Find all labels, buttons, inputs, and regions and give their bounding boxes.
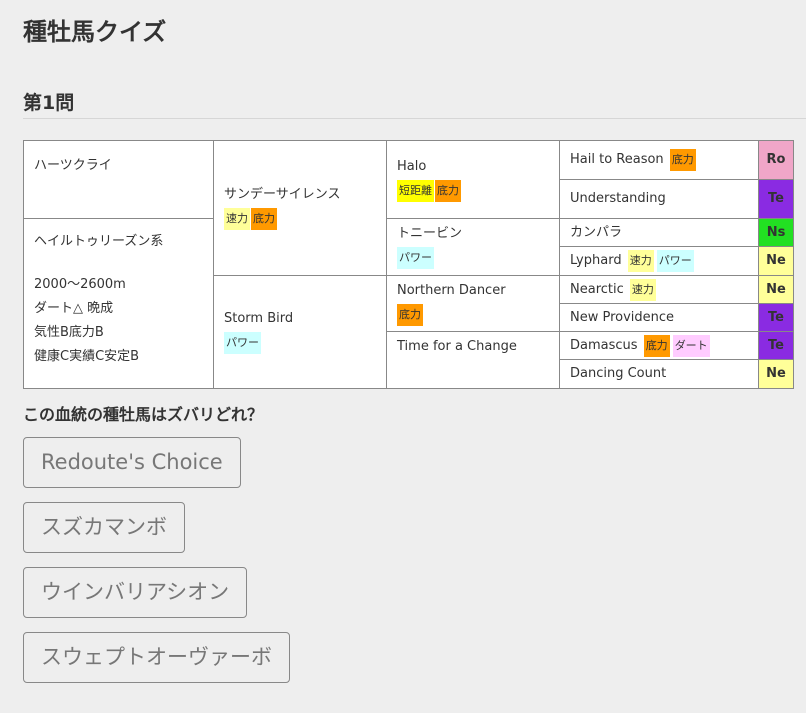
type-badge: Ne bbox=[758, 246, 794, 276]
tag-stamina: 底力 bbox=[643, 334, 670, 357]
tag-power: パワー bbox=[224, 332, 261, 354]
gen4-name: Lyphard bbox=[570, 253, 622, 268]
type-badge: Ne bbox=[758, 359, 794, 389]
tag-stamina: 底力 bbox=[251, 208, 277, 230]
question-heading: 第1問 bbox=[23, 92, 75, 114]
temper-stamina: 気性B底力B bbox=[34, 325, 104, 340]
gen4-name: Damascus bbox=[570, 337, 638, 353]
gen3-name: Halo bbox=[397, 158, 427, 174]
dirt-maturity: ダート△ 晩成 bbox=[34, 301, 114, 316]
gen4-cell: Hail to Reason 底力 bbox=[559, 140, 759, 180]
type-badge: Te bbox=[758, 303, 794, 332]
choice-button-2[interactable]: スズカマンボ bbox=[23, 502, 185, 553]
pedigree-table: ハーツクライ サンデーサイレンス 速力 底力 Halo 短距離 底力 Hail to… bbox=[23, 140, 794, 389]
gen3-name: Northern Dancer bbox=[397, 282, 506, 298]
gen4-name: Understanding bbox=[570, 191, 666, 206]
gen3-time-for-a-change-cell: Time for a Change bbox=[386, 331, 560, 389]
gen4-cell: カンパラ bbox=[559, 218, 759, 247]
gen4-name: Dancing Count bbox=[570, 366, 667, 381]
question-text: この血統の種牡馬はズバリどれ？ bbox=[23, 405, 264, 424]
tag-speed: 速力 bbox=[627, 250, 654, 272]
type-badge: Te bbox=[758, 331, 794, 360]
type-badge: Ro bbox=[758, 140, 794, 180]
sire-cell: サンデーサイレンス 速力 底力 bbox=[213, 140, 387, 276]
heading-divider bbox=[23, 118, 806, 119]
gen3-name: Time for a Change bbox=[397, 339, 517, 354]
gen4-name: カンパラ bbox=[570, 224, 623, 240]
tag-speed: 速力 bbox=[224, 208, 250, 230]
tag-stamina: 底力 bbox=[397, 303, 423, 326]
gen3-name: トニービン bbox=[397, 226, 463, 241]
health-record-stability: 健康C実績C安定B bbox=[34, 349, 140, 364]
subject-name: ハーツクライ bbox=[34, 158, 112, 173]
choice-button-1[interactable]: Redoute's Choice bbox=[23, 437, 241, 488]
dam-sire-name: Storm Bird bbox=[224, 311, 294, 326]
dam-sire-cell: Storm Bird パワー bbox=[213, 275, 387, 389]
tag-stamina: 底力 bbox=[435, 179, 461, 202]
quiz-page: 種牡馬クイズ 第1問 ハーツクライ サンデーサイレンス 速力 底力 Halo 短… bbox=[0, 0, 806, 713]
pedigree-subject-cell: ハーツクライ bbox=[23, 140, 214, 219]
type-badge: Ns bbox=[758, 218, 794, 247]
type-badge: Ne bbox=[758, 275, 794, 304]
tag-stamina: 底力 bbox=[669, 149, 696, 171]
sire-line-name: ヘイルトゥリーズン系 bbox=[34, 234, 164, 249]
gen4-cell: Understanding bbox=[559, 179, 759, 219]
tag-dirt: ダート bbox=[672, 334, 710, 357]
gen4-cell: Dancing Count bbox=[559, 359, 759, 389]
gen4-cell: Lyphard 速力 パワー bbox=[559, 246, 759, 276]
gen4-cell: Damascus 底力 ダート bbox=[559, 331, 759, 360]
gen4-name: Hail to Reason bbox=[570, 152, 664, 167]
sire-name: サンデーサイレンス bbox=[224, 187, 341, 202]
site-title: 種牡馬クイズ bbox=[23, 18, 167, 46]
type-badge: Te bbox=[758, 179, 794, 219]
tag-short: 短距離 bbox=[397, 179, 434, 202]
tag-power: パワー bbox=[397, 247, 434, 269]
tag-power: パワー bbox=[656, 250, 694, 272]
gen4-cell: Nearctic 速力 bbox=[559, 275, 759, 304]
choice-button-3[interactable]: ウインバリアシオン bbox=[23, 567, 248, 618]
gen4-cell: New Providence bbox=[559, 303, 759, 332]
gen3-northern-dancer-cell: Northern Dancer 底力 bbox=[386, 275, 560, 332]
tag-speed: 速力 bbox=[629, 278, 656, 301]
distance-range: 2000～2600m bbox=[34, 277, 126, 292]
choice-button-4[interactable]: スウェプトオーヴァーボ bbox=[23, 632, 290, 683]
pedigree-line-cell: ヘイルトゥリーズン系 2000～2600m ダート△ 晩成 気性B底力B 健康C… bbox=[23, 218, 214, 389]
gen3-tonybin-cell: トニービン パワー bbox=[386, 218, 560, 276]
gen4-name: New Providence bbox=[570, 309, 675, 325]
gen4-name: Nearctic bbox=[570, 281, 624, 297]
gen3-halo-cell: Halo 短距離 底力 bbox=[386, 140, 560, 219]
